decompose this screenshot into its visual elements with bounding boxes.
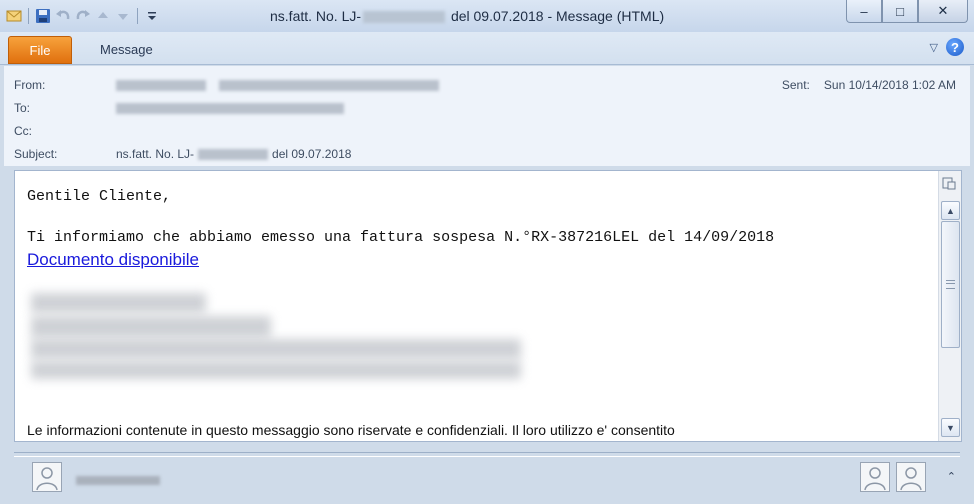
- sent-info: Sent: Sun 10/14/2018 1:02 AM: [782, 78, 956, 92]
- redacted-content: [31, 339, 521, 359]
- from-value[interactable]: [116, 78, 440, 92]
- subject-suffix: del 09.07.2018: [272, 147, 352, 161]
- disclaimer-text: Le informazioni contenute in questo mess…: [27, 422, 675, 438]
- redacted-content: [31, 293, 206, 313]
- greeting-text: Gentile Cliente,: [27, 188, 172, 205]
- window-title: ns.fatt. No. LJ- del 09.07.2018 - Messag…: [270, 8, 664, 24]
- close-button[interactable]: ✕: [918, 0, 968, 23]
- window-title-suffix: del 09.07.2018 - Message (HTML): [450, 8, 665, 24]
- subject-label: Subject:: [14, 147, 58, 161]
- people-pane: ⌃: [4, 456, 970, 502]
- sent-value: Sun 10/14/2018 1:02 AM: [823, 78, 956, 92]
- redacted-title-part: [363, 11, 446, 24]
- message-body[interactable]: Gentile Cliente, Ti informiamo che abbia…: [14, 170, 962, 442]
- redacted-sender-address: [219, 80, 440, 92]
- qat-separator: [137, 8, 138, 24]
- redacted-sender-name: [116, 80, 206, 92]
- person-icon: [864, 467, 886, 491]
- redacted-content: [31, 316, 271, 338]
- ribbon: File Message ▽ ?: [0, 32, 974, 65]
- scroll-down-button[interactable]: ▼: [941, 418, 960, 437]
- subject-value: ns.fatt. No. LJ-del 09.07.2018: [116, 147, 351, 161]
- minimize-button[interactable]: –: [846, 0, 882, 23]
- mail-icon: [6, 8, 22, 24]
- ribbon-help-area: ▽ ?: [930, 38, 964, 56]
- redacted-subject-part: [198, 149, 269, 161]
- message-content: Gentile Cliente, Ti informiamo che abbia…: [15, 171, 937, 441]
- sent-label: Sent:: [781, 78, 810, 92]
- tab-file[interactable]: File: [8, 36, 72, 64]
- help-icon[interactable]: ?: [946, 38, 964, 56]
- qat-separator: [28, 8, 29, 24]
- minimize-ribbon-icon[interactable]: ▽: [930, 41, 938, 54]
- redo-icon[interactable]: [75, 8, 91, 24]
- window-controls: – □ ✕: [846, 0, 968, 23]
- expand-people-pane-icon[interactable]: ⌃: [947, 470, 956, 483]
- message-header: From: To: Cc: Subject: ns.fatt. No. LJ-d…: [4, 66, 970, 166]
- contact-avatar[interactable]: [860, 462, 890, 492]
- to-label: To:: [14, 101, 31, 115]
- from-label: From:: [14, 78, 46, 92]
- cc-label: Cc:: [14, 124, 32, 138]
- scroll-thumb[interactable]: [941, 221, 960, 348]
- tab-message[interactable]: Message: [100, 42, 153, 57]
- window-title-prefix: ns.fatt. No. LJ-: [270, 8, 362, 24]
- to-value[interactable]: [116, 101, 344, 115]
- invoice-info-text: Ti informiamo che abbiamo emesso una fat…: [27, 229, 775, 246]
- vertical-scrollbar[interactable]: ▲ ▼: [938, 171, 961, 441]
- subject-prefix: ns.fatt. No. LJ-: [116, 147, 195, 161]
- contact-avatar[interactable]: [896, 462, 926, 492]
- title-bar: ns.fatt. No. LJ- del 09.07.2018 - Messag…: [0, 0, 974, 32]
- quick-access-toolbar: [6, 7, 160, 25]
- person-icon: [36, 467, 58, 491]
- undo-icon[interactable]: [55, 8, 71, 24]
- maximize-button[interactable]: □: [882, 0, 918, 23]
- sender-avatar[interactable]: [32, 462, 62, 492]
- person-icon: [900, 467, 922, 491]
- redacted-sender-name: [76, 476, 160, 485]
- down-icon[interactable]: [115, 8, 131, 24]
- scroll-up-button[interactable]: ▲: [941, 201, 960, 220]
- save-icon[interactable]: [35, 8, 51, 24]
- up-icon[interactable]: [95, 8, 111, 24]
- redacted-content: [31, 361, 521, 379]
- customize-icon[interactable]: [144, 8, 160, 24]
- document-link[interactable]: Documento disponibile: [27, 250, 199, 270]
- view-settings-icon[interactable]: [942, 176, 956, 190]
- redacted-recipient: [116, 103, 344, 115]
- scroll-grip-icon: [946, 280, 955, 289]
